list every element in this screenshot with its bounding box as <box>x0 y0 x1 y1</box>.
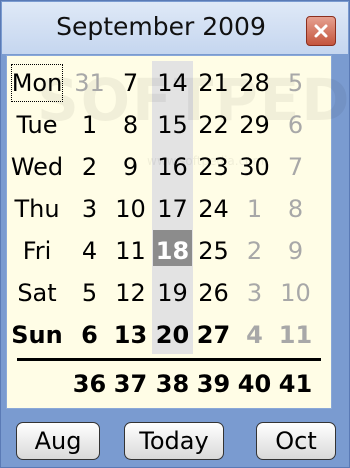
calendar-window: September 2009 SOFTPEDIA www.softpedia.c… <box>0 0 350 468</box>
date-cell[interactable]: 29 <box>234 104 275 146</box>
weekday-label: Sat <box>17 279 57 307</box>
close-icon <box>313 23 329 39</box>
footer-bar: Aug Today Oct <box>2 413 348 467</box>
date-cell[interactable]: 6 <box>275 104 316 146</box>
week-number: 36 <box>72 370 107 398</box>
date-cell[interactable]: 10 <box>275 272 316 314</box>
date-cell[interactable]: 28 <box>234 62 275 104</box>
title-bar[interactable]: September 2009 <box>2 2 348 54</box>
date-cell-today[interactable]: 18 <box>152 230 193 272</box>
calendar-row: Tue 1 8 15 22 29 6 <box>7 104 333 146</box>
date-cell[interactable]: 7 <box>110 62 151 104</box>
close-button[interactable] <box>306 16 336 46</box>
date-cell[interactable]: 30 <box>234 146 275 188</box>
week-number: 39 <box>196 370 231 398</box>
date-cell[interactable]: 23 <box>193 146 234 188</box>
calendar-row: Thu 3 10 17 24 1 8 <box>7 188 333 230</box>
date-cell[interactable]: 3 <box>69 188 110 230</box>
calendar-row: Wed 2 9 16 23 30 7 <box>7 146 333 188</box>
date-cell[interactable]: 17 <box>152 188 193 230</box>
date-cell[interactable]: 26 <box>193 272 234 314</box>
date-cell[interactable]: 19 <box>152 272 193 314</box>
date-cell[interactable]: 7 <box>275 146 316 188</box>
calendar-grid: SOFTPEDIA www.softpedia.com Mon317142128… <box>6 55 350 409</box>
date-cell[interactable]: 8 <box>275 188 316 230</box>
weekday-label: Thu <box>14 195 60 223</box>
date-cell[interactable]: 12 <box>110 272 151 314</box>
next-month-button[interactable]: Oct <box>256 422 336 460</box>
date-cell[interactable]: 8 <box>110 104 151 146</box>
calendar-row: Sun 6 13 20 27 4 11 <box>7 314 333 356</box>
date-cell[interactable]: 5 <box>275 62 316 104</box>
date-cell[interactable]: 9 <box>275 230 316 272</box>
date-cell[interactable]: 14 <box>152 62 193 104</box>
week-number: 38 <box>155 370 190 398</box>
calendar-row: Fri 4 11 18 25 2 9 <box>7 230 333 272</box>
date-cell[interactable]: 22 <box>193 104 234 146</box>
date-cell[interactable]: 9 <box>110 146 151 188</box>
date-cell[interactable]: 20 <box>152 314 193 356</box>
date-cell[interactable]: 1 <box>69 104 110 146</box>
week-number: 41 <box>278 370 313 398</box>
week-number: 37 <box>113 370 148 398</box>
calendar-row: Sat 5 12 19 26 3 10 <box>7 272 333 314</box>
date-cell[interactable]: 2 <box>234 230 275 272</box>
date-cell[interactable]: 31 <box>69 62 110 104</box>
previous-month-button[interactable]: Aug <box>16 422 100 460</box>
date-cell[interactable]: 24 <box>193 188 234 230</box>
window-title: September 2009 <box>56 12 266 41</box>
date-cell[interactable]: 25 <box>193 230 234 272</box>
date-cell[interactable]: 6 <box>69 314 110 356</box>
date-cell[interactable]: 16 <box>152 146 193 188</box>
weekday-label: Tue <box>16 111 58 139</box>
date-cell[interactable]: 2 <box>69 146 110 188</box>
weekday-label: Fri <box>22 237 52 265</box>
date-cell[interactable]: 4 <box>69 230 110 272</box>
week-divider <box>17 358 321 361</box>
date-cell[interactable]: 13 <box>110 314 151 356</box>
weekday-label: Wed <box>10 153 64 181</box>
today-button[interactable]: Today <box>124 422 224 460</box>
date-cell[interactable]: 5 <box>69 272 110 314</box>
week-number: 40 <box>237 370 272 398</box>
date-cell[interactable]: 21 <box>193 62 234 104</box>
date-cell[interactable]: 11 <box>110 230 151 272</box>
date-cell[interactable]: 11 <box>275 314 316 356</box>
calendar-row: Mon 31 7 14 21 28 5 <box>7 62 333 104</box>
date-cell[interactable]: 27 <box>193 314 234 356</box>
weekday-label: Sun <box>11 321 63 349</box>
date-cell[interactable]: 1 <box>234 188 275 230</box>
weekday-label: Mon <box>9 62 65 104</box>
date-cell[interactable]: 3 <box>234 272 275 314</box>
date-cell[interactable]: 10 <box>110 188 151 230</box>
date-cell[interactable]: 4 <box>234 314 275 356</box>
date-cell[interactable]: 15 <box>152 104 193 146</box>
